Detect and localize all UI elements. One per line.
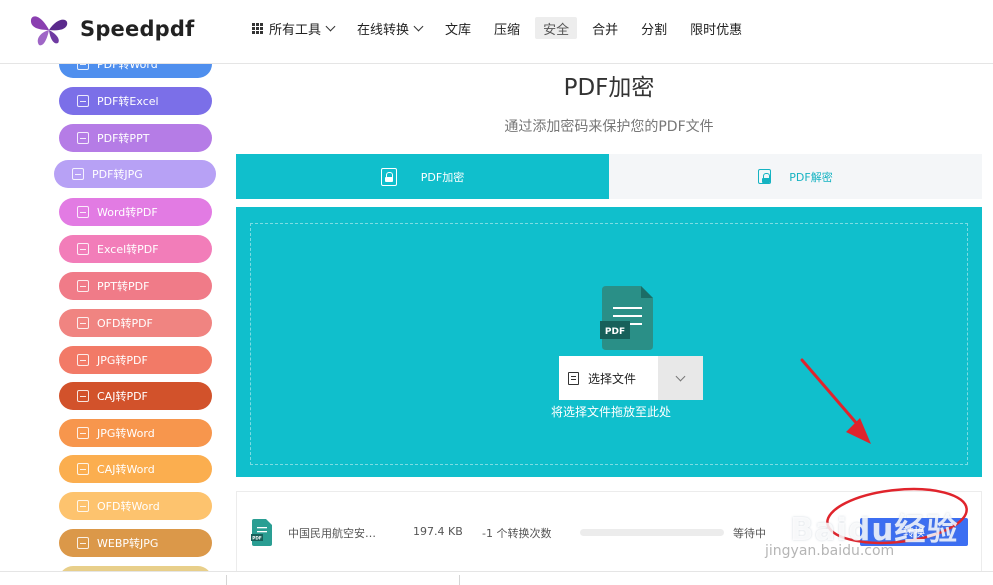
file-icon (77, 317, 89, 329)
mode-tabs: PDF加密 PDF解密 (236, 154, 982, 199)
tool-sidebar: PDF转Word PDF转Excel PDF转PPT PDF转JPG Word转… (0, 64, 236, 585)
sidebar-item-label: PPT转PDF (97, 280, 150, 293)
dropzone-border: PDF 选择文件 将选择文件拖放至此处 (250, 223, 968, 465)
main-nav: 所有工具 在线转换 文库 压缩 安全 合并 分割 限时优惠 (244, 17, 757, 39)
image-icon (77, 537, 89, 549)
chevron-down-icon (675, 371, 686, 381)
page-title: PDF加密 (563, 75, 655, 101)
document-icon (568, 371, 579, 385)
sidebar-item-excel-to-pdf[interactable]: Excel转PDF (59, 235, 212, 263)
tab-pdf-decrypt[interactable]: PDF解密 (609, 154, 982, 199)
sidebar-item-pdf-to-excel[interactable]: PDF转Excel (59, 87, 212, 115)
sidebar-item-label: JPG转Word (97, 427, 155, 440)
sidebar-item-label: PDF转Word (97, 64, 158, 71)
nav-label: 合并 (592, 22, 619, 38)
file-icon (77, 206, 89, 218)
file-icon (77, 463, 89, 475)
conversion-count: -1 个转换次数 (482, 527, 552, 540)
sidebar-item-label: CAJ转Word (97, 463, 155, 476)
file-icon (77, 243, 89, 255)
sidebar-item-word-to-pdf[interactable]: Word转PDF (59, 198, 212, 226)
nav-all-tools[interactable]: 所有工具 (244, 17, 342, 39)
sidebar-item-label: JPG转PDF (97, 354, 148, 367)
file-icon (77, 132, 89, 144)
sidebar-item-label: PDF转Excel (97, 95, 159, 108)
lock-icon (380, 167, 397, 186)
sidebar-item-label: PDF转PPT (97, 132, 150, 145)
file-icon (77, 500, 89, 512)
sidebar-item-label: OFD转Word (97, 500, 160, 513)
sidebar-item-ofd-to-word[interactable]: OFD转Word (59, 492, 212, 520)
nav-label: 在线转换 (357, 22, 410, 38)
choose-file-button[interactable]: 选择文件 (559, 356, 658, 400)
nav-compress[interactable]: 压缩 (486, 17, 528, 39)
nav-merge[interactable]: 合并 (584, 17, 626, 39)
chevron-down-icon (325, 21, 336, 31)
progress-bar (580, 529, 724, 536)
top-header: Speedpdf 所有工具 在线转换 文库 压缩 安全 合并 分割 限时优惠 (0, 0, 993, 64)
file-icon (77, 390, 89, 402)
file-size: 197.4 KB (413, 525, 463, 538)
divider (226, 575, 227, 585)
nav-label: 压缩 (494, 22, 521, 38)
image-icon (72, 168, 84, 180)
sidebar-item-label: CAJ转PDF (97, 390, 148, 403)
nav-online-convert[interactable]: 在线转换 (349, 17, 430, 39)
sidebar-item-pdf-to-jpg[interactable]: PDF转JPG (54, 160, 216, 188)
sidebar-item-label: Excel转PDF (97, 243, 159, 256)
file-icon-label: PDF (252, 536, 262, 541)
tab-label: PDF加密 (420, 170, 465, 184)
nav-split[interactable]: 分割 (633, 17, 675, 39)
watermark-url: jingyan.baidu.com (765, 543, 895, 559)
tab-pdf-encrypt[interactable]: PDF加密 (236, 154, 609, 199)
sidebar-item-label: Word转PDF (97, 206, 158, 219)
sidebar-item-jpg-to-word[interactable]: JPG转Word (59, 419, 212, 447)
nav-promo[interactable]: 限时优惠 (682, 17, 750, 39)
status-text: 等待中 (733, 527, 766, 540)
file-dropzone[interactable]: PDF 选择文件 将选择文件拖放至此处 (236, 207, 982, 477)
drop-hint: 将选择文件拖放至此处 (251, 403, 969, 420)
source-dropdown-button[interactable] (658, 356, 703, 400)
drop-hint-text: 将选择文件拖放至此处 (550, 405, 671, 419)
grid-icon (252, 22, 263, 34)
sidebar-item-pdf-to-word[interactable]: PDF转Word (59, 64, 212, 78)
pdf-file-icon: PDF (251, 519, 272, 546)
file-icon (77, 280, 89, 292)
sidebar-item-label: OFD转PDF (97, 317, 153, 330)
sidebar-item-ppt-to-pdf[interactable]: PPT转PDF (59, 272, 212, 300)
brand-name: Speedpdf (80, 17, 195, 41)
nav-security[interactable]: 安全 (535, 17, 578, 39)
sidebar-item-pdf-to-ppt[interactable]: PDF转PPT (59, 124, 212, 152)
sidebar-item-caj-to-pdf[interactable]: CAJ转PDF (59, 382, 212, 410)
page-subtitle: 通过添加密码来保护您的PDF文件 (504, 119, 714, 135)
image-icon (77, 354, 89, 366)
file-name: 中国民用航空安… (288, 527, 376, 540)
nav-label: 所有工具 (269, 22, 322, 38)
chevron-down-icon (413, 21, 424, 31)
sidebar-item-ofd-to-pdf[interactable]: OFD转PDF (59, 309, 212, 337)
image-icon (77, 427, 89, 439)
nav-label: 文库 (445, 22, 472, 38)
choose-file-label: 选择文件 (588, 371, 637, 386)
choose-file-control: 选择文件 (559, 356, 703, 400)
nav-library[interactable]: 文库 (437, 17, 479, 39)
divider (459, 575, 460, 585)
pdf-file-icon: PDF (600, 286, 653, 350)
sidebar-item-label: PDF转JPG (92, 168, 143, 181)
nav-label: 分割 (641, 22, 668, 38)
nav-label: 安全 (543, 22, 570, 38)
file-icon (77, 95, 89, 107)
file-icon (77, 64, 89, 70)
sidebar-item-label: WEBP转JPG (97, 537, 159, 550)
pdf-icon-label: PDF (605, 327, 625, 337)
sidebar-item-caj-to-word[interactable]: CAJ转Word (59, 455, 212, 483)
tab-label: PDF解密 (789, 170, 833, 184)
nav-label: 限时优惠 (690, 22, 743, 38)
bottom-scroll-edge (0, 571, 993, 585)
sidebar-item-webp-to-jpg[interactable]: WEBP转JPG (59, 529, 212, 557)
logo[interactable]: Speedpdf (28, 10, 194, 48)
sidebar-item-jpg-to-pdf[interactable]: JPG转PDF (59, 346, 212, 374)
butterfly-logo-icon (30, 16, 68, 46)
unlock-icon (758, 169, 772, 184)
